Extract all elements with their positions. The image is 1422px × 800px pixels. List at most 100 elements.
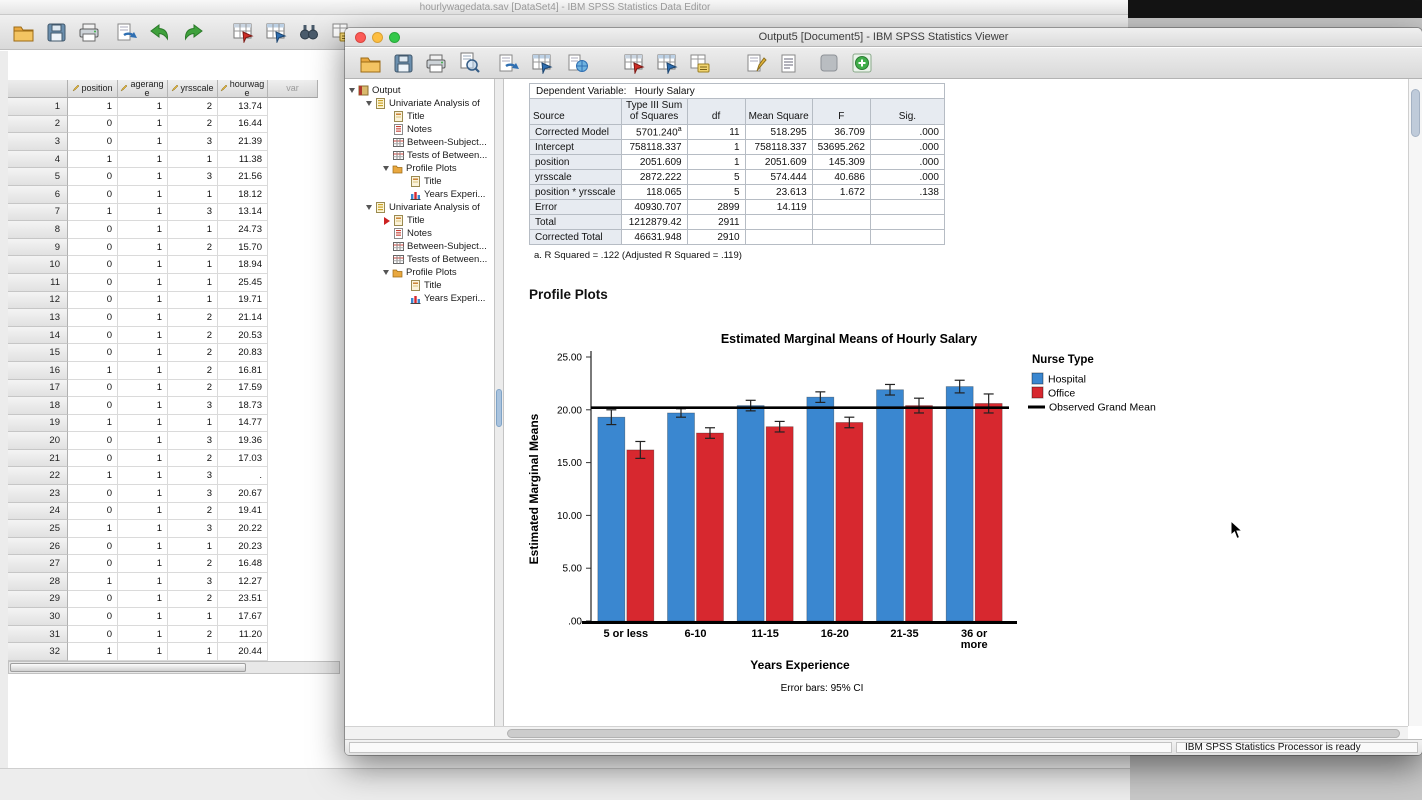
grid-cell[interactable]: . <box>218 467 268 486</box>
splitter-handle[interactable] <box>496 389 502 427</box>
viewer-titlebar[interactable]: Output5 [Document5] - IBM SPSS Statistic… <box>345 28 1422 47</box>
grid-cell[interactable]: 0 <box>68 379 118 398</box>
use-variable-sets-icon[interactable] <box>687 50 713 76</box>
grid-cell[interactable]: 1 <box>168 256 218 274</box>
grid-cell[interactable]: 0 <box>68 485 118 503</box>
grid-cell[interactable]: 1 <box>118 643 168 661</box>
row-number[interactable]: 16 <box>8 361 68 380</box>
save-icon[interactable] <box>390 50 416 76</box>
goto-data-icon[interactable] <box>529 50 555 76</box>
grid-cell[interactable]: 0 <box>68 397 118 415</box>
save-icon[interactable] <box>43 19 69 45</box>
grid-cell[interactable]: 21.39 <box>218 133 268 151</box>
grid-cell[interactable]: 1 <box>118 238 168 257</box>
grid-cell[interactable]: 0 <box>68 168 118 186</box>
grid-cell[interactable]: 0 <box>68 133 118 151</box>
row-number[interactable]: 26 <box>8 537 68 556</box>
grid-cell[interactable]: 1 <box>168 414 218 433</box>
pane-splitter[interactable] <box>495 79 504 726</box>
grid-cell[interactable]: 0 <box>68 502 118 521</box>
grid-cell[interactable]: 17.59 <box>218 379 268 398</box>
grid-cell[interactable]: 1 <box>168 185 218 204</box>
column-header-yrsscale[interactable]: yrsscale <box>168 80 218 98</box>
variables-icon[interactable] <box>654 50 680 76</box>
row-number[interactable]: 29 <box>8 590 68 609</box>
row-number[interactable]: 32 <box>8 643 68 661</box>
grid-cell[interactable]: 1 <box>68 414 118 433</box>
grid-cell[interactable]: 20.44 <box>218 643 268 661</box>
tree-item-title[interactable]: Title <box>345 279 494 292</box>
grid-cell[interactable]: 1 <box>168 291 218 310</box>
grid-cell[interactable]: 1 <box>118 397 168 415</box>
grid-cell[interactable]: 1 <box>118 168 168 186</box>
grid-cell[interactable]: 1 <box>118 361 168 380</box>
grid-cell[interactable]: 0 <box>68 344 118 362</box>
grid-cell[interactable]: 1 <box>168 150 218 169</box>
grid-cell[interactable]: 20.22 <box>218 520 268 538</box>
grid-cell[interactable]: 1 <box>118 625 168 644</box>
grid-cell[interactable]: 1 <box>118 185 168 204</box>
grid-cell[interactable]: 24.73 <box>218 221 268 239</box>
row-number[interactable]: 25 <box>8 520 68 538</box>
grid-cell[interactable]: 1 <box>118 573 168 591</box>
row-number[interactable]: 24 <box>8 502 68 521</box>
tree-item-between-subject[interactable]: Between-Subject... <box>345 136 494 149</box>
grid-cell[interactable]: 25.45 <box>218 273 268 292</box>
grid-cell[interactable]: 1 <box>68 573 118 591</box>
row-number[interactable]: 15 <box>8 344 68 362</box>
grid-cell[interactable]: 1 <box>68 98 118 116</box>
grid-cell[interactable]: 0 <box>68 449 118 468</box>
tree-item-title[interactable]: Title <box>345 110 494 123</box>
grid-cell[interactable]: 21.56 <box>218 168 268 186</box>
row-number[interactable]: 6 <box>8 185 68 204</box>
redo-icon[interactable] <box>180 19 206 45</box>
grid-cell[interactable]: 1 <box>118 291 168 310</box>
grid-cell[interactable]: 0 <box>68 326 118 345</box>
grid-cell[interactable]: 1 <box>118 309 168 327</box>
grid-cell[interactable]: 1 <box>118 485 168 503</box>
grid-cell[interactable]: 2 <box>168 625 218 644</box>
grid-cell[interactable]: 18.12 <box>218 185 268 204</box>
row-number[interactable]: 23 <box>8 485 68 503</box>
grid-cell[interactable]: 2 <box>168 555 218 574</box>
grid-cell[interactable]: 2 <box>168 115 218 134</box>
grid-cell[interactable]: 3 <box>168 467 218 486</box>
grid-cell[interactable]: 12.27 <box>218 573 268 591</box>
designate-window-icon[interactable] <box>849 50 875 76</box>
tree-item-univariate-analysis-of[interactable]: Univariate Analysis of <box>345 97 494 110</box>
print-icon[interactable] <box>76 19 102 45</box>
grid-cell[interactable]: 0 <box>68 238 118 257</box>
grid-cell[interactable]: 1 <box>118 379 168 398</box>
grid-cell[interactable]: 18.94 <box>218 256 268 274</box>
grid-cell[interactable]: 0 <box>68 537 118 556</box>
grid-cell[interactable]: 3 <box>168 432 218 450</box>
tree-item-title[interactable]: Title <box>345 214 494 227</box>
row-number[interactable]: 12 <box>8 291 68 310</box>
grid-cell[interactable]: 19.41 <box>218 502 268 521</box>
row-number[interactable]: 18 <box>8 397 68 415</box>
expander-icon[interactable] <box>366 205 372 210</box>
insert-text-icon[interactable] <box>776 50 802 76</box>
grid-cell[interactable]: 1 <box>118 537 168 556</box>
expander-icon[interactable] <box>349 88 355 93</box>
goto-case-icon[interactable] <box>621 50 647 76</box>
grid-cell[interactable]: 1 <box>168 643 218 661</box>
tree-item-univariate-analysis-of[interactable]: Univariate Analysis of <box>345 201 494 214</box>
grid-cell[interactable]: 1 <box>168 608 218 626</box>
column-header-agerange[interactable]: agerange <box>118 80 168 98</box>
grid-cell[interactable]: 0 <box>68 185 118 204</box>
open-file-icon[interactable] <box>357 50 383 76</box>
grid-cell[interactable]: 1 <box>118 608 168 626</box>
grid-cell[interactable]: 1 <box>118 221 168 239</box>
grid-cell[interactable]: 2 <box>168 502 218 521</box>
grid-cell[interactable]: 0 <box>68 273 118 292</box>
print-preview-icon[interactable] <box>456 50 482 76</box>
grid-cell[interactable]: 21.14 <box>218 309 268 327</box>
scrollbar-thumb[interactable] <box>507 729 1400 738</box>
row-number[interactable]: 28 <box>8 573 68 591</box>
viewer-horizontal-scrollbar[interactable] <box>345 726 1408 739</box>
select-last-output-icon[interactable] <box>816 50 842 76</box>
grid-cell[interactable]: 1 <box>118 150 168 169</box>
grid-cell[interactable]: 0 <box>68 608 118 626</box>
grid-cell[interactable]: 1 <box>118 344 168 362</box>
